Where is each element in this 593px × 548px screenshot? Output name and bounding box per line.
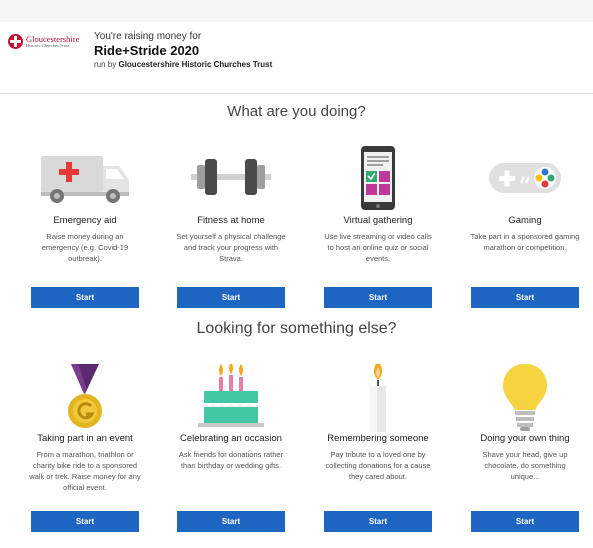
card-emergency-aid: Emergency aid Raise money during an emer… bbox=[15, 146, 155, 264]
card-gaming: Gaming Take part in a sponsored gaming m… bbox=[455, 146, 593, 253]
card-title: Celebrating an occasion bbox=[180, 433, 282, 444]
gamepad-icon bbox=[455, 146, 593, 211]
charity-logo[interactable]: Gloucestershire Historic Churches Trust bbox=[8, 34, 79, 49]
card-description: From a marathon, triathlon or charity bi… bbox=[29, 450, 141, 492]
cake-icon bbox=[161, 364, 301, 429]
logo-text: Gloucestershire Historic Churches Trust bbox=[26, 33, 80, 49]
card-description: Pay tribute to a loved one by collecting… bbox=[325, 450, 431, 481]
card-description: Set yourself a physical challenge and tr… bbox=[176, 232, 286, 263]
logo-line1: Gloucestershire bbox=[26, 33, 80, 44]
logo-line2: Historic Churches Trust bbox=[26, 43, 70, 48]
start-button-doing-your-own-thing[interactable]: Start bbox=[471, 511, 579, 532]
page-header bbox=[0, 22, 593, 94]
run-by-prefix: run by bbox=[94, 60, 117, 69]
charity-name: Gloucestershire Historic Churches Trust bbox=[118, 60, 273, 69]
card-virtual-gathering: Virtual gathering Use live streaming or … bbox=[308, 146, 448, 264]
candle-icon bbox=[308, 364, 448, 432]
card-title: Virtual gathering bbox=[343, 215, 413, 226]
start-button-remembering-someone[interactable]: Start bbox=[324, 511, 432, 532]
card-title: Taking part in an event bbox=[37, 433, 133, 444]
section-title-looking-for-something-else: Looking for something else? bbox=[196, 320, 397, 337]
card-description: Take part in a sponsored gaming marathon… bbox=[470, 232, 580, 252]
cross-logo-icon bbox=[8, 34, 23, 49]
start-button-fitness-at-home[interactable]: Start bbox=[177, 287, 285, 308]
card-description: Use live streaming or video calls to hos… bbox=[324, 232, 432, 263]
start-button-emergency-aid[interactable]: Start bbox=[31, 287, 139, 308]
browser-top-strip bbox=[0, 0, 593, 22]
card-doing-your-own-thing: Doing your own thing Shave your head, gi… bbox=[455, 364, 593, 482]
card-remembering-someone: Remembering someone Pay tribute to a lov… bbox=[308, 364, 448, 482]
card-description: Raise money during an emergency (e.g. Co… bbox=[41, 232, 129, 263]
section-title-what-are-you-doing: What are you doing? bbox=[227, 103, 366, 120]
dumbbell-icon bbox=[161, 146, 301, 211]
card-taking-part-in-an-event: Taking part in an event From a marathon,… bbox=[15, 364, 155, 493]
start-button-virtual-gathering[interactable]: Start bbox=[324, 287, 432, 308]
start-button-taking-part-in-an-event[interactable]: Start bbox=[31, 511, 139, 532]
card-fitness-at-home: Fitness at home Set yourself a physical … bbox=[161, 146, 301, 264]
card-title: Fitness at home bbox=[197, 215, 265, 226]
run-by-line: run by Gloucestershire Historic Churches… bbox=[94, 60, 272, 69]
ambulance-icon bbox=[15, 146, 155, 211]
card-title: Emergency aid bbox=[53, 215, 117, 226]
raising-text: You're raising money for bbox=[94, 31, 202, 42]
lightbulb-icon bbox=[455, 364, 593, 431]
card-title: Doing your own thing bbox=[480, 433, 570, 444]
start-button-gaming[interactable]: Start bbox=[471, 287, 579, 308]
smartphone-icon bbox=[308, 146, 448, 211]
card-description: Shave your head, give up chocolate, do s… bbox=[482, 450, 568, 481]
campaign-name: Ride+Stride 2020 bbox=[94, 43, 200, 58]
card-celebrating-an-occasion: Celebrating an occasion Ask friends for … bbox=[161, 364, 301, 471]
card-description: Ask friends for donations rather than bi… bbox=[178, 450, 284, 470]
medal-icon bbox=[15, 364, 155, 429]
card-title: Remembering someone bbox=[327, 433, 429, 444]
start-button-celebrating-an-occasion[interactable]: Start bbox=[177, 511, 285, 532]
card-title: Gaming bbox=[508, 215, 542, 226]
